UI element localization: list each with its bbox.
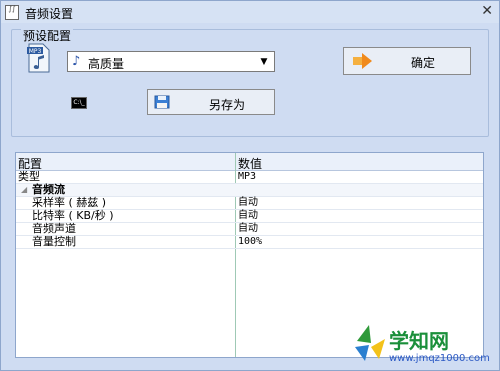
grid-header: 配置 数值 xyxy=(16,153,483,171)
row-key: 类型 xyxy=(18,170,40,183)
save-as-button-label: 另存为 xyxy=(208,98,245,112)
chevron-down-icon[interactable]: ▼ xyxy=(257,56,271,68)
arrow-right-icon xyxy=(353,53,372,69)
preset-group-label: 预设配置 xyxy=(21,27,74,44)
grid-row-volume[interactable]: 音量控制 100% xyxy=(16,236,483,249)
app-icon: ∫∫ xyxy=(5,5,19,20)
row-value[interactable]: MP3 xyxy=(238,171,256,183)
watermark-mark-icon xyxy=(355,325,385,361)
column-header-value[interactable]: 数值 xyxy=(238,155,262,172)
row-value[interactable]: 自动 xyxy=(238,223,258,235)
row-value[interactable]: 自动 xyxy=(238,210,258,222)
grid-row-type[interactable]: 类型 MP3 xyxy=(16,171,483,184)
watermark-logo: 学知网 www.jmqz1000.com xyxy=(353,319,495,369)
save-icon xyxy=(154,95,170,109)
music-note-icon: ♪ xyxy=(72,54,81,69)
close-icon[interactable]: ✕ xyxy=(481,3,493,19)
ok-button[interactable]: 确定 xyxy=(343,47,471,75)
watermark-title: 学知网 xyxy=(389,329,449,353)
row-value[interactable]: 100% xyxy=(238,236,262,248)
command-prompt-icon[interactable]: C:\_ xyxy=(71,97,87,109)
preset-dropdown[interactable]: ♪ 高质量 ▼ xyxy=(67,51,275,72)
row-key: 音量控制 xyxy=(32,235,76,248)
row-key: 采样率 ( 赫兹 ) xyxy=(32,196,107,209)
ok-button-label: 确定 xyxy=(410,56,435,70)
category-label: 音频流 xyxy=(32,183,65,196)
window-title: 音频设置 xyxy=(25,7,74,21)
row-key: 比特率 ( KB/秒 ) xyxy=(32,209,114,222)
preset-selected-value: 高质量 xyxy=(88,57,125,71)
grid-row-bitrate[interactable]: 比特率 ( KB/秒 ) 自动 xyxy=(16,210,483,223)
mp3-file-icon: MP3 xyxy=(27,43,50,73)
audio-settings-window: ∫∫ 音频设置 ✕ 预设配置 MP3 ♪ 高质量 ▼ 确定 C:\_ 另存为 配… xyxy=(0,0,500,371)
watermark-url: www.jmqz1000.com xyxy=(389,353,490,364)
collapse-triangle-icon[interactable]: ◢ xyxy=(21,184,27,196)
grid-row-channels[interactable]: 音频声道 自动 xyxy=(16,223,483,236)
save-as-button[interactable]: 另存为 xyxy=(147,89,275,115)
preset-group xyxy=(11,29,489,137)
title-bar: ∫∫ 音频设置 ✕ xyxy=(1,1,499,23)
mp3-icon-label: MP3 xyxy=(29,48,42,55)
row-value[interactable]: 自动 xyxy=(238,197,258,209)
row-key: 音频声道 xyxy=(32,222,76,235)
